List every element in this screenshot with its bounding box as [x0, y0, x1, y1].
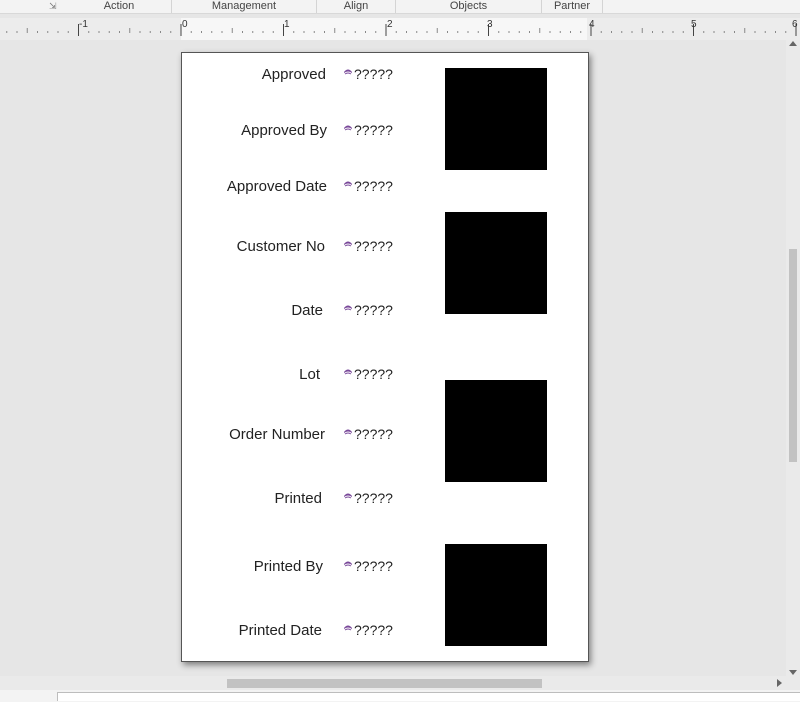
field-value-text: ????? [354, 490, 393, 506]
field-label-approved-by[interactable]: Approved By [241, 122, 327, 139]
field-value-printed-date[interactable]: ????? [342, 622, 393, 638]
field-value-text: ????? [354, 622, 393, 638]
field-value-lot[interactable]: ????? [342, 366, 393, 382]
horizontal-scroll-thumb[interactable] [227, 679, 542, 688]
field-label-text: Approved [261, 66, 326, 83]
field-value-text: ????? [354, 302, 393, 318]
data-source-icon [344, 181, 352, 187]
field-label-customer-no[interactable]: Customer No [237, 238, 325, 255]
field-label-text: Date [291, 302, 323, 319]
barcode-placeholder-2[interactable] [445, 212, 547, 314]
data-source-icon [344, 69, 352, 75]
field-label-printed-date[interactable]: Printed Date [239, 622, 322, 639]
scroll-up-icon[interactable] [789, 41, 797, 46]
ribbon-group-labels: ⇲ Action Management Align Objects Partne… [0, 0, 800, 14]
field-label-text: Printed [274, 490, 322, 507]
scroll-right-icon[interactable] [777, 679, 782, 687]
ribbon-group-label: Management [211, 0, 277, 12]
status-bar-area [57, 692, 800, 701]
data-source-icon [344, 125, 352, 131]
ribbon-group-label: Action [103, 0, 135, 12]
field-label-printed-by[interactable]: Printed By [254, 558, 323, 575]
field-label-text: Customer No [236, 238, 325, 255]
horizontal-scrollbar[interactable] [0, 676, 786, 690]
vertical-scrollbar[interactable] [786, 40, 800, 690]
field-label-printed[interactable]: Printed [274, 490, 322, 507]
field-value-order-number[interactable]: ????? [342, 426, 393, 442]
ruler-number: 1 [284, 19, 290, 30]
field-value-approved-by[interactable]: ????? [342, 122, 393, 138]
field-value-text: ????? [354, 426, 393, 442]
field-label-text: Order Number [229, 426, 325, 443]
field-label-order-number[interactable]: Order Number [229, 426, 325, 443]
data-source-icon [344, 369, 352, 375]
data-source-icon [344, 625, 352, 631]
field-value-text: ????? [354, 178, 393, 194]
field-value-date[interactable]: ????? [342, 302, 393, 318]
field-value-printed-by[interactable]: ????? [342, 558, 393, 574]
field-label-text: Printed By [253, 558, 323, 575]
ribbon-group-label: Partner [553, 0, 591, 12]
ruler-number: 2 [387, 19, 393, 30]
ribbon-group-management: Management [172, 0, 317, 13]
horizontal-ruler[interactable]: -1 0 1 2 3 4 5 6 [0, 18, 800, 40]
ruler-ticks [6, 18, 797, 40]
ruler-number: 6 [792, 19, 798, 30]
field-value-approved[interactable]: ????? [342, 66, 393, 82]
field-label-text: Approved By [241, 122, 327, 139]
field-value-approved-date[interactable]: ????? [342, 178, 393, 194]
field-value-printed[interactable]: ????? [342, 490, 393, 506]
scroll-down-icon[interactable] [789, 670, 797, 675]
ribbon-group-label: Objects [449, 0, 488, 12]
ribbon-group-action: Action [67, 0, 172, 13]
ruler-number: 4 [589, 19, 595, 30]
field-value-text: ????? [354, 66, 393, 82]
ribbon-group-objects: Objects [396, 0, 542, 13]
field-value-text: ????? [354, 366, 393, 382]
ruler-number: 5 [691, 19, 697, 30]
field-value-text: ????? [354, 122, 393, 138]
vertical-scroll-thumb[interactable] [789, 249, 797, 462]
data-source-icon [344, 429, 352, 435]
field-value-text: ????? [354, 238, 393, 254]
data-source-icon [344, 493, 352, 499]
field-label-approved-date[interactable]: Approved Date [227, 178, 327, 195]
field-label-text: Lot [299, 366, 320, 383]
field-label-date[interactable]: Date [291, 302, 323, 319]
ribbon-group-label: Align [343, 0, 369, 12]
dialog-launcher-icon[interactable]: ⇲ [49, 1, 57, 12]
field-label-text: Approved Date [226, 178, 327, 195]
barcode-placeholder-3[interactable] [445, 380, 547, 482]
ribbon-group-partner: Partner [542, 0, 603, 13]
field-label-lot[interactable]: Lot [299, 366, 320, 383]
design-canvas[interactable]: Approved Approved By Approved Date Custo… [0, 40, 786, 676]
ruler-number: -1 [79, 19, 88, 30]
ruler-number: 3 [487, 19, 493, 30]
field-value-text: ????? [354, 558, 393, 574]
data-source-icon [344, 305, 352, 311]
ribbon-group-align: Align [317, 0, 396, 13]
barcode-placeholder-4[interactable] [445, 544, 547, 646]
data-source-icon [344, 561, 352, 567]
field-label-text: Printed Date [238, 622, 322, 639]
field-label-approved[interactable]: Approved [262, 66, 326, 83]
field-value-customer-no[interactable]: ????? [342, 238, 393, 254]
label-page[interactable]: Approved Approved By Approved Date Custo… [181, 52, 589, 662]
status-strip [0, 690, 800, 702]
ruler-number: 0 [182, 19, 188, 30]
barcode-placeholder-1[interactable] [445, 68, 547, 170]
data-source-icon [344, 241, 352, 247]
